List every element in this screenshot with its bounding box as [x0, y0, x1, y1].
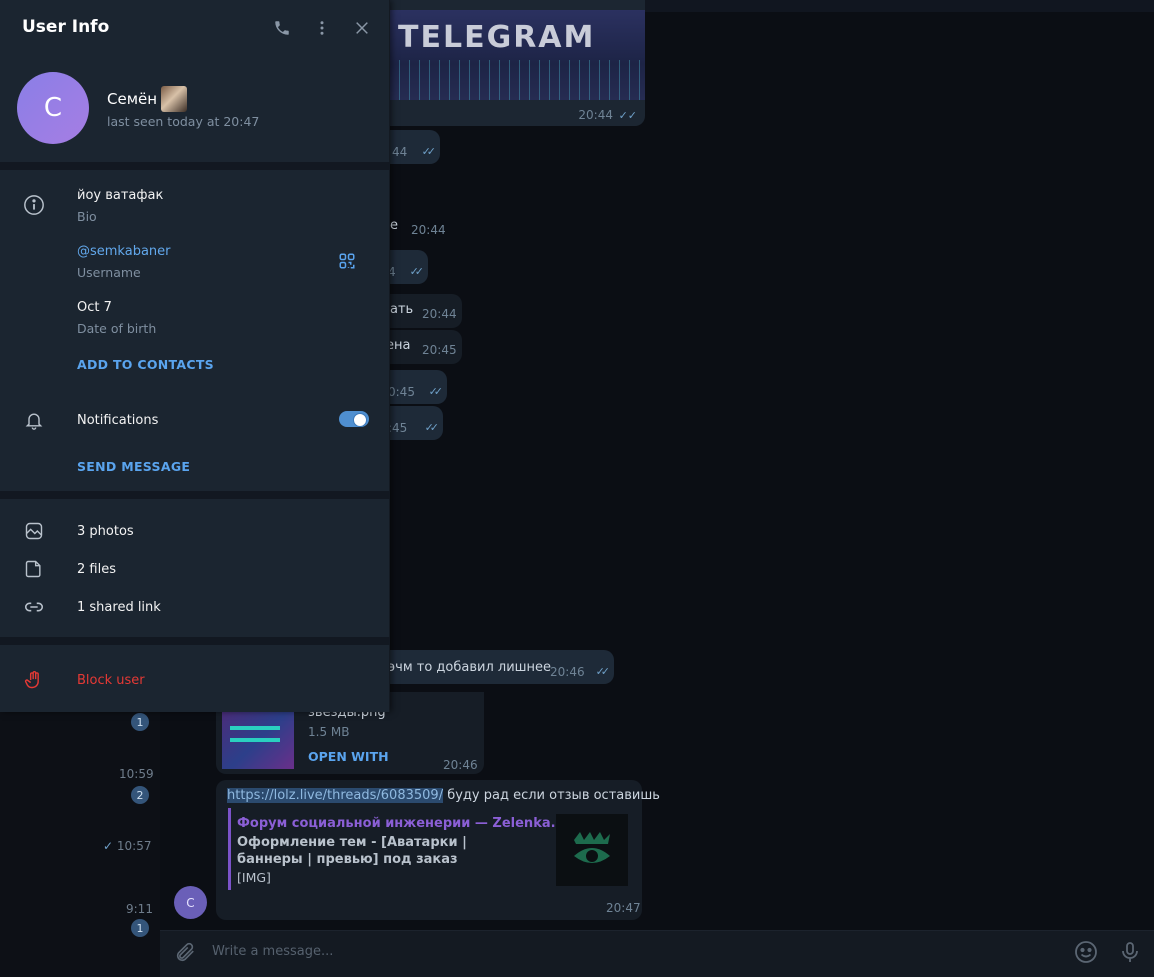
shared-links-link[interactable]: 1 shared link: [77, 600, 161, 615]
open-with-button[interactable]: OPEN WITH: [308, 749, 389, 764]
dialog-time: 10:57: [116, 839, 152, 853]
preview-description: [IMG]: [237, 870, 271, 885]
message-text: ать: [390, 302, 414, 317]
message-time: 44: [392, 145, 408, 159]
message-bubble[interactable]: ать 20:44: [380, 294, 462, 328]
send-message-button[interactable]: SEND MESSAGE: [77, 459, 190, 474]
user-name-row: Семён: [107, 86, 188, 112]
banner-image[interactable]: TELEGRAM: [390, 10, 645, 100]
message-bubble[interactable]: 0:45 ✓✓: [380, 370, 447, 404]
message-time: 20:44: [422, 307, 457, 321]
files-link[interactable]: 2 files: [77, 562, 116, 577]
file-icon: [22, 557, 46, 581]
emoji-icon[interactable]: [1074, 940, 1098, 964]
birth-date-value[interactable]: Oct 7: [77, 300, 112, 315]
block-hand-icon: [22, 668, 46, 692]
message-time: 20:46: [550, 665, 585, 679]
section-divider: [0, 162, 390, 170]
message-bubble[interactable]: эчм то добавил лишнее 20:46 ✓✓: [376, 650, 614, 684]
message-text: буду рад если отзыв оставишь: [443, 788, 660, 803]
file-thumbnail[interactable]: [222, 712, 294, 769]
username-value[interactable]: @semkabaner: [77, 244, 171, 259]
banner-decoration: [390, 60, 645, 100]
user-name: Семён: [107, 90, 158, 108]
block-user-button[interactable]: Block user: [77, 673, 145, 688]
link-icon: [22, 595, 46, 619]
message-time: :45: [388, 421, 408, 435]
message-text-line: https://lolz.live/threads/6083509/ буду …: [227, 788, 660, 803]
double-check-icon: ✓✓: [409, 265, 425, 278]
file-size: 1.5 MB: [308, 725, 350, 739]
double-check-icon: ✓✓: [424, 421, 440, 434]
message-time: 20:44: [411, 223, 446, 237]
dialog-time: 9:11: [126, 902, 153, 916]
check-icon: ✓: [103, 839, 114, 853]
panel-header: User Info: [0, 0, 390, 56]
photo-icon: [22, 519, 46, 543]
preview-site: Форум социальной инженерии — Zelenka.gu.…: [237, 816, 589, 831]
message-time: 20:47: [606, 901, 641, 915]
section-divider: [0, 491, 390, 499]
panel-title: User Info: [22, 17, 110, 37]
message-url-link[interactable]: https://lolz.live/threads/6083509/: [227, 788, 444, 803]
double-check-icon: ✓✓: [428, 385, 444, 398]
message-text: е: [390, 218, 398, 233]
user-info-panel: User Info С Семён last seen today at 20:…: [0, 0, 390, 712]
message-time: 20:44: [578, 108, 613, 122]
dialog-time: 10:59: [119, 767, 154, 781]
sender-avatar[interactable]: С: [174, 886, 207, 919]
banner-text: TELEGRAM: [398, 20, 596, 55]
message-time: 0:45: [388, 385, 415, 399]
close-icon[interactable]: [350, 16, 374, 40]
more-options-icon[interactable]: [310, 16, 334, 40]
birth-date-label: Date of birth: [77, 321, 157, 336]
section-divider: [0, 637, 390, 645]
bio-label: Bio: [77, 209, 97, 224]
bell-icon: [22, 408, 46, 432]
notifications-label: Notifications: [77, 413, 159, 428]
message-time: 20:45: [422, 343, 457, 357]
message-text: эчм то добавил лишнее: [388, 660, 552, 675]
preview-thumbnail[interactable]: [556, 814, 628, 886]
dialog-time-read: ✓ 10:57: [103, 839, 151, 853]
message-time: 20:46: [443, 758, 478, 772]
preview-title: Оформление тем - [Аватарки | баннеры | п…: [237, 835, 467, 867]
bio-value[interactable]: йоу ватафак: [77, 188, 163, 203]
qr-code-icon[interactable]: [338, 252, 358, 272]
double-check-icon: ✓✓: [618, 109, 637, 122]
double-check-icon: ✓✓: [595, 665, 611, 678]
user-last-seen: last seen today at 20:47: [107, 114, 260, 129]
username-label: Username: [77, 265, 141, 280]
unread-badge: 1: [131, 919, 149, 937]
telegram-window: 1 10:59 2 ✓ 10:57 9:11 1 TELEGRAM 20:44 …: [0, 0, 1154, 977]
eye-logo-icon: [574, 832, 610, 863]
phone-icon[interactable]: [270, 16, 294, 40]
user-avatar[interactable]: С: [17, 72, 89, 144]
notifications-toggle[interactable]: [339, 411, 369, 427]
double-check-icon: ✓✓: [421, 145, 437, 158]
unread-badge: 2: [131, 786, 149, 804]
custom-emoji-image: [161, 86, 188, 112]
photos-link[interactable]: 3 photos: [77, 524, 134, 539]
message-bubble[interactable]: ена 20:45: [380, 330, 462, 364]
microphone-icon[interactable]: [1118, 940, 1142, 964]
attach-icon[interactable]: [174, 941, 196, 963]
message-input[interactable]: Write a message...: [212, 944, 333, 959]
unread-badge: 1: [131, 713, 149, 731]
info-icon: [22, 193, 46, 217]
add-to-contacts-button[interactable]: ADD TO CONTACTS: [77, 357, 214, 372]
